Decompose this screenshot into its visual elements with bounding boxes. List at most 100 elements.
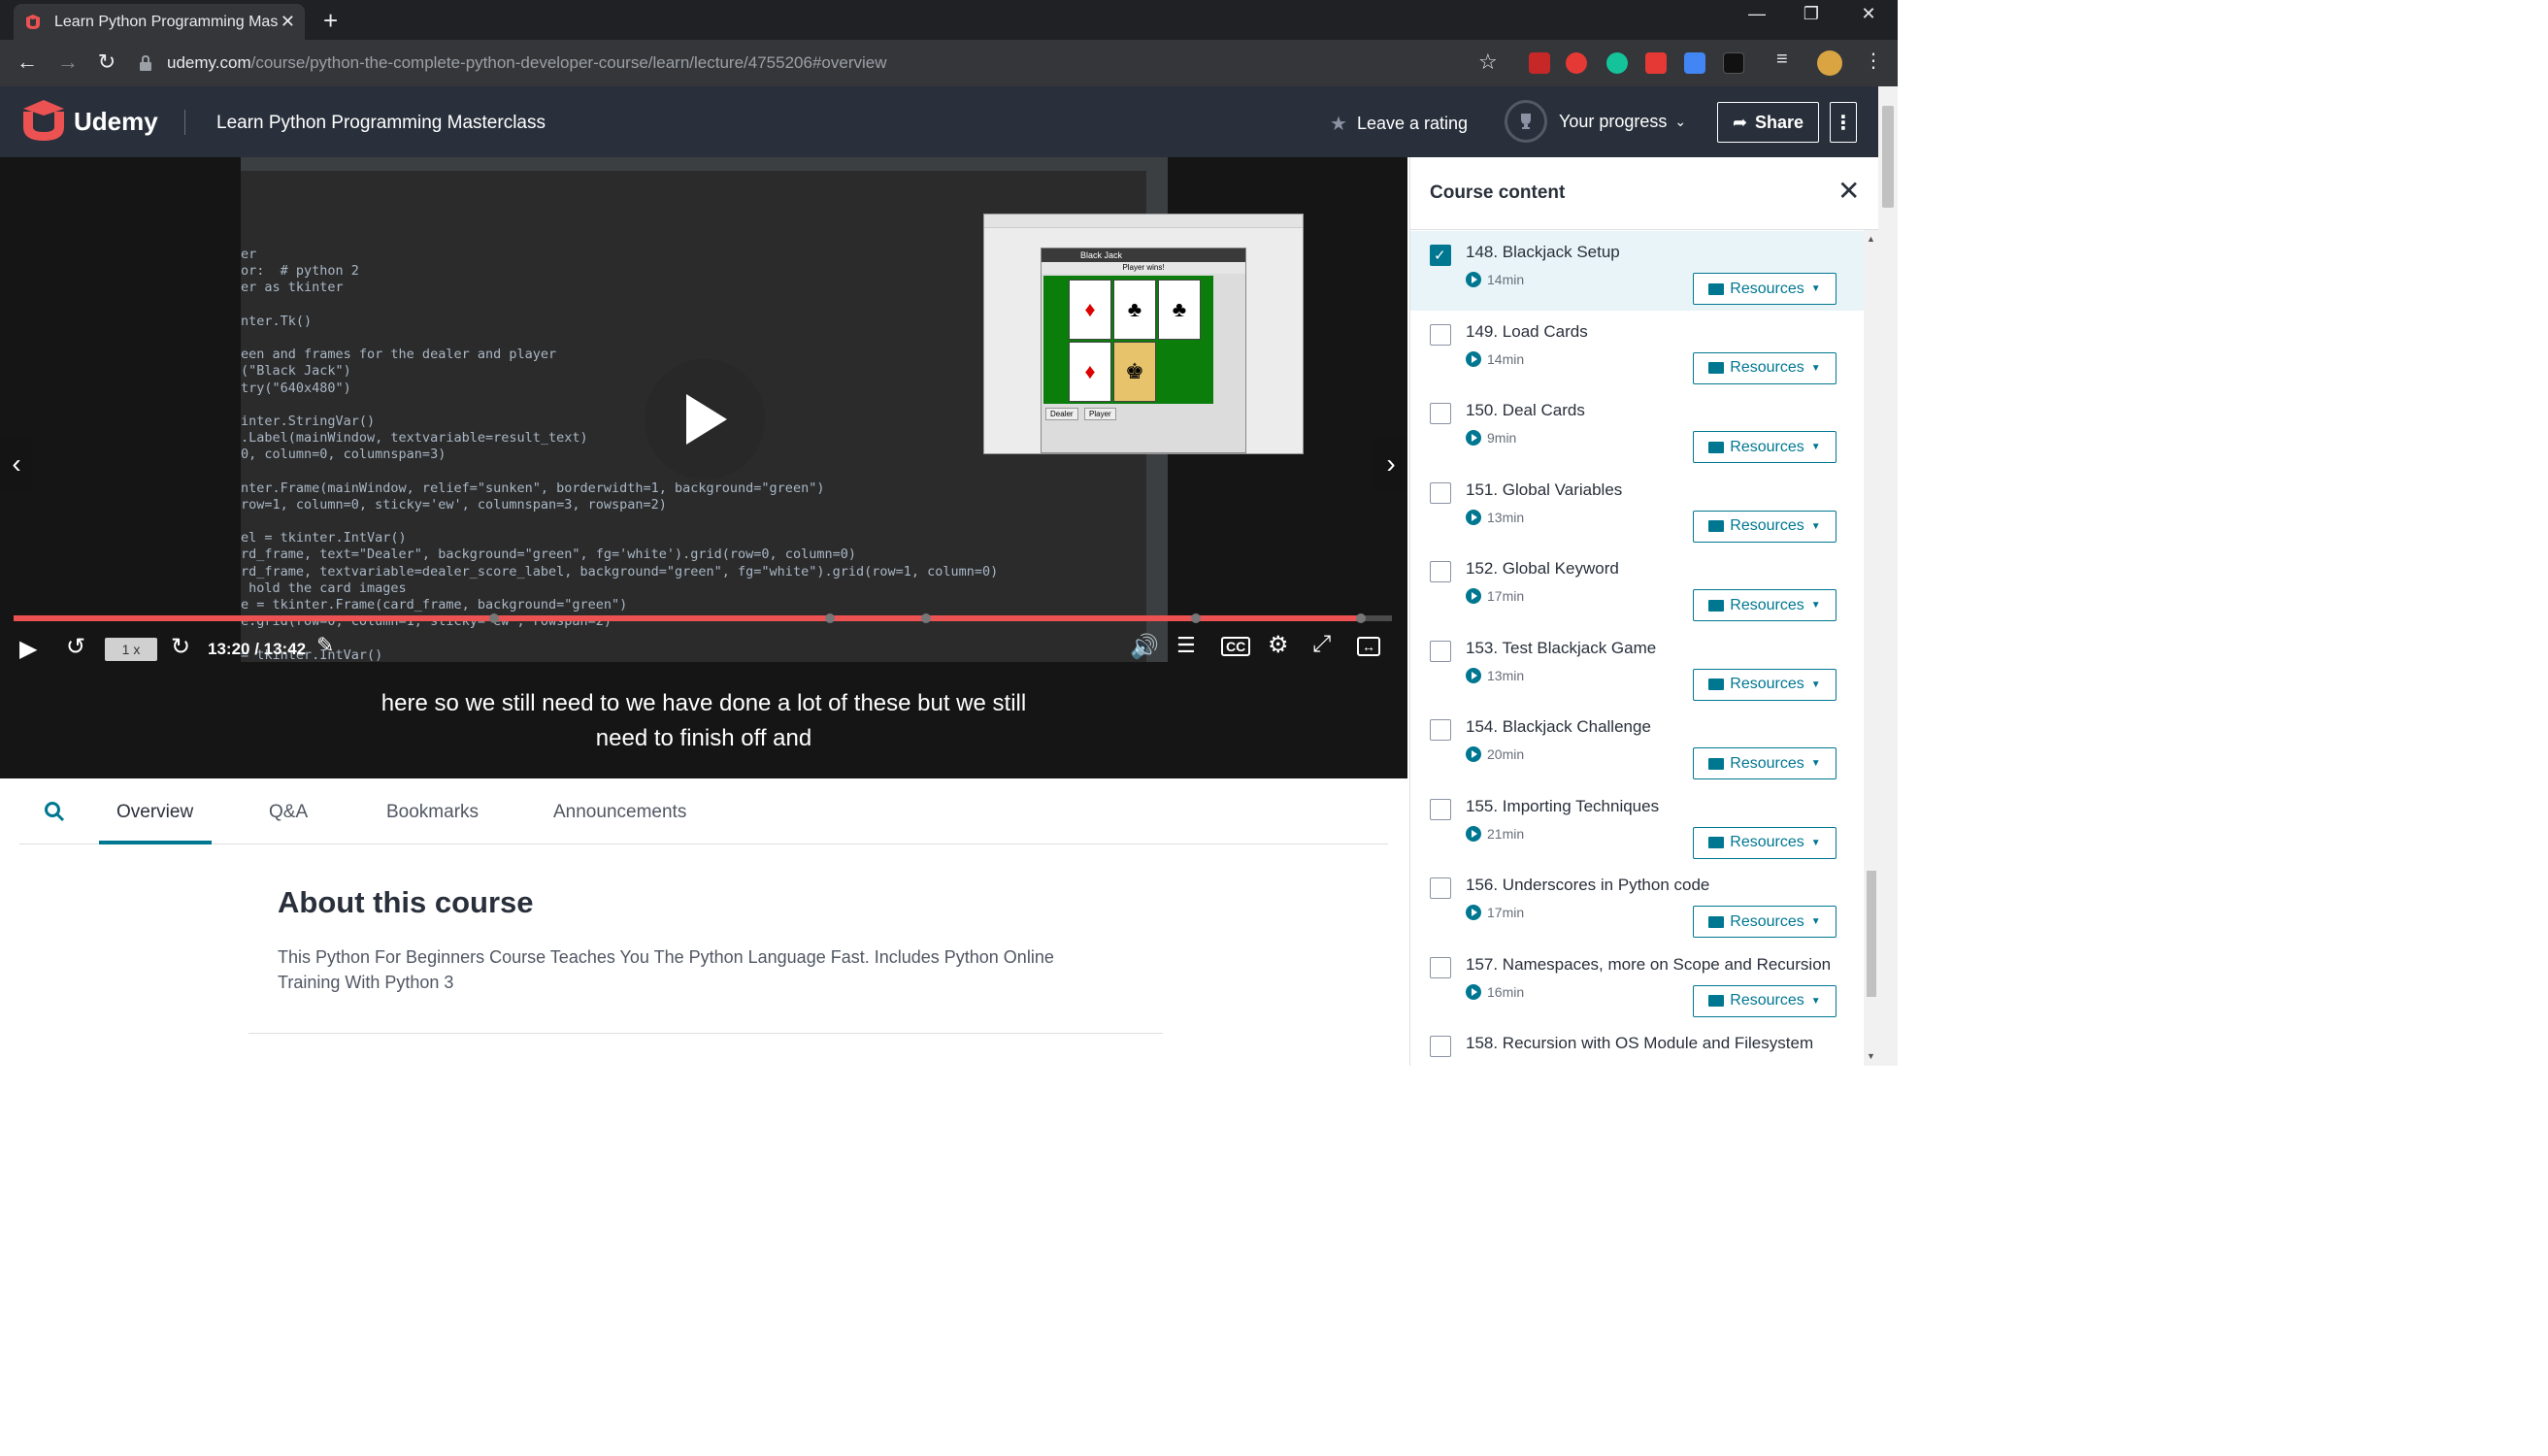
rewind-icon[interactable]: ↺	[66, 633, 85, 661]
lecture-item[interactable]: 154. Blackjack Challenge 20min Resources ▼	[1410, 706, 1864, 785]
lecture-item[interactable]: 151. Global Variables 13min Resources ▼	[1410, 469, 1864, 548]
share-button[interactable]: ➦ Share	[1717, 102, 1819, 143]
lecture-item[interactable]: ✓ 148. Blackjack Setup 14min Resources ▼	[1410, 231, 1864, 311]
about-description: This Python For Beginners Course Teaches…	[278, 947, 1054, 992]
progress-scrubber[interactable]	[14, 613, 1392, 623]
your-progress-button[interactable]: Your progress ⌄	[1505, 100, 1686, 143]
translate-icon[interactable]	[1684, 52, 1705, 74]
course-title[interactable]: Learn Python Programming Masterclass	[216, 113, 546, 134]
resources-button[interactable]: Resources ▼	[1693, 589, 1837, 621]
grammarly-icon[interactable]	[1606, 52, 1628, 74]
lecture-item[interactable]: 158. Recursion with OS Module and Filesy…	[1410, 1022, 1864, 1066]
extension-bolt-icon[interactable]	[1723, 52, 1744, 74]
captions-icon[interactable]: CC	[1221, 637, 1251, 656]
lecture-item[interactable]: 150. Deal Cards 9min Resources ▼	[1410, 389, 1864, 469]
chevron-down-icon: ⌄	[1674, 113, 1687, 129]
resources-label: Resources	[1730, 754, 1804, 772]
resources-button[interactable]: Resources ▼	[1693, 984, 1837, 1017]
volume-icon[interactable]: 🔊	[1130, 633, 1159, 661]
play-pause-icon[interactable]: ▶	[19, 635, 37, 663]
lecture-item[interactable]: 156. Underscores in Python code 17min Reso…	[1410, 864, 1864, 943]
lecture-duration-text: 13min	[1487, 667, 1525, 683]
lecture-item[interactable]: 149. Load Cards 14min Resources ▼	[1410, 311, 1864, 390]
lecture-complete-checkbox[interactable]	[1430, 956, 1451, 978]
code-line: row=1, column=0, sticky='ew', columnspan…	[241, 496, 667, 513]
scroll-down-icon[interactable]: ▼	[1867, 1051, 1875, 1061]
lecture-complete-checkbox[interactable]	[1430, 323, 1451, 346]
bookmark-marker[interactable]	[825, 613, 835, 623]
lecture-item[interactable]: 155. Importing Techniques 21min Resources ▼	[1410, 785, 1864, 865]
bookmark-marker[interactable]	[489, 613, 499, 623]
scroll-up-icon[interactable]: ▲	[1867, 234, 1875, 244]
close-window-icon[interactable]: ✕	[1849, 4, 1888, 24]
browser-menu-icon[interactable]: ⋮	[1864, 49, 1883, 73]
lecture-item[interactable]: 153. Test Blackjack Game 13min Resources ▼	[1410, 627, 1864, 707]
page-scrollbar[interactable]	[1878, 86, 1898, 1066]
page-scroll-thumb[interactable]	[1882, 106, 1894, 208]
forward-icon[interactable]: →	[54, 50, 82, 75]
leave-rating-button[interactable]: ★ Leave a rating	[1330, 112, 1468, 136]
forward-5s-icon[interactable]: ↻	[171, 633, 190, 661]
bookmark-marker[interactable]	[921, 613, 931, 623]
resources-button[interactable]: Resources ▼	[1693, 351, 1837, 384]
back-icon[interactable]: ←	[14, 50, 41, 75]
address-bar[interactable]: udemy.com/course/python-the-complete-pyt…	[138, 48, 1497, 79]
more-options-button[interactable]: ⋮	[1830, 102, 1857, 143]
minimize-icon[interactable]: —	[1737, 4, 1776, 24]
transcript-icon[interactable]: ☰	[1176, 633, 1196, 658]
lecture-complete-checkbox[interactable]	[1430, 403, 1451, 424]
resources-button[interactable]: Resources ▼	[1693, 273, 1837, 305]
chevron-down-icon: ▼	[1810, 520, 1821, 532]
fullscreen-icon[interactable]: ⤢	[1312, 631, 1331, 658]
lecture-complete-checkbox[interactable]	[1430, 481, 1451, 504]
expand-width-icon[interactable]: ↔	[1357, 637, 1380, 656]
new-tab-icon[interactable]: +	[323, 8, 338, 33]
close-sidebar-icon[interactable]: ✕	[1837, 175, 1860, 207]
tab-close-icon[interactable]: ✕	[281, 12, 295, 32]
playback-speed-button[interactable]: 1 x	[105, 638, 157, 661]
resources-button[interactable]: Resources ▼	[1693, 826, 1837, 859]
resources-button[interactable]: Resources ▼	[1693, 431, 1837, 463]
resources-button[interactable]: Resources ▼	[1693, 906, 1837, 938]
big-play-button[interactable]	[645, 359, 765, 480]
tab-bookmarks[interactable]: Bookmarks	[386, 802, 479, 823]
tab-overview[interactable]: Overview	[116, 802, 193, 823]
lecture-complete-checkbox[interactable]	[1430, 719, 1451, 741]
add-bookmark-icon[interactable]: ✎	[316, 633, 334, 658]
bookmark-marker[interactable]	[1356, 613, 1366, 623]
udemy-logo[interactable]: Udemy	[19, 100, 158, 143]
lecture-duration: 20min	[1466, 746, 1524, 762]
resources-button[interactable]: Resources ▼	[1693, 668, 1837, 701]
card-table: ♦ ♣ ♣ ♦ ♚	[1043, 276, 1213, 404]
browser-tab[interactable]: Learn Python Programming Mast ✕	[14, 4, 305, 40]
lecture-complete-checkbox[interactable]	[1430, 877, 1451, 899]
search-icon[interactable]	[43, 800, 66, 823]
sidebar-scrollbar[interactable]: ▲ ▼	[1864, 230, 1878, 1066]
caption-line: here so we still need to we have done a …	[381, 690, 1027, 716]
extension-red-icon[interactable]	[1529, 52, 1550, 74]
sidebar-scroll-thumb[interactable]	[1867, 871, 1876, 997]
next-lecture-arrow[interactable]: ›	[1374, 437, 1407, 491]
adblock-icon[interactable]	[1566, 52, 1587, 74]
video-player[interactable]: er or: # python 2 er as tkinter nter.Tk() ee…	[0, 157, 1407, 778]
settings-gear-icon[interactable]: ⚙	[1268, 631, 1289, 659]
resources-button[interactable]: Resources ▼	[1693, 747, 1837, 779]
bookmark-star-icon[interactable]: ☆	[1478, 50, 1498, 75]
tab-announcements[interactable]: Announcements	[553, 802, 686, 823]
reload-icon[interactable]: ↻	[93, 50, 120, 75]
bookmark-marker[interactable]	[1191, 613, 1201, 623]
restore-icon[interactable]: ❐	[1792, 4, 1831, 24]
profile-avatar[interactable]	[1817, 50, 1842, 76]
lecture-complete-checkbox[interactable]	[1430, 1036, 1451, 1057]
resources-button[interactable]: Resources ▼	[1693, 510, 1837, 543]
previous-lecture-arrow[interactable]: ‹	[0, 437, 33, 491]
lecture-complete-checkbox[interactable]	[1430, 561, 1451, 582]
lecture-complete-checkbox[interactable]	[1430, 640, 1451, 662]
lecture-item[interactable]: 157. Namespaces, more on Scope and Recur…	[1410, 943, 1864, 1023]
lecture-complete-checkbox[interactable]: ✓	[1430, 245, 1451, 266]
extension-d-icon[interactable]	[1645, 52, 1667, 74]
tab-qa[interactable]: Q&A	[269, 802, 308, 823]
lecture-item[interactable]: 152. Global Keyword 17min Resources ▼	[1410, 547, 1864, 627]
lecture-complete-checkbox[interactable]	[1430, 798, 1451, 820]
media-queue-icon[interactable]: ≡	[1776, 49, 1788, 71]
